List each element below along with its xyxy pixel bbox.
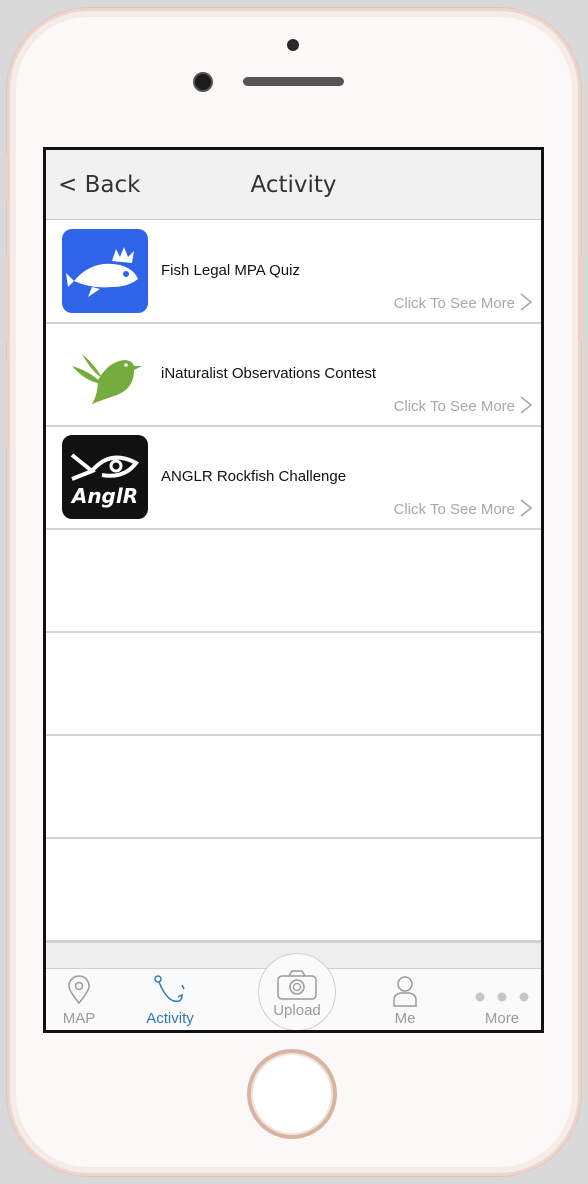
inaturalist-bird-icon bbox=[62, 332, 148, 416]
anglr-logo-icon: AnglR bbox=[62, 435, 148, 519]
svg-text:AnglR: AnglR bbox=[70, 484, 138, 508]
tab-activity[interactable]: Activity bbox=[134, 969, 206, 1030]
proximity-sensor bbox=[287, 39, 299, 51]
volume-down-button bbox=[5, 361, 10, 447]
tab-me[interactable]: Me bbox=[376, 969, 434, 1030]
tab-label: Me bbox=[394, 1010, 416, 1027]
tab-label: Activity bbox=[146, 1010, 194, 1027]
chevron-right-icon bbox=[520, 499, 533, 517]
ellipsis-icon bbox=[475, 992, 529, 1002]
fishbrain-icon bbox=[62, 229, 148, 313]
empty-row bbox=[46, 839, 541, 942]
chevron-right-icon bbox=[520, 396, 533, 414]
silent-switch bbox=[5, 155, 10, 201]
see-more-link[interactable]: Click To See More bbox=[394, 398, 515, 415]
chevron-right-icon bbox=[520, 293, 533, 311]
volume-up-button bbox=[5, 255, 10, 341]
see-more-link[interactable]: Click To See More bbox=[394, 295, 515, 312]
activity-list: Fish Legal MPA Quiz Click To See More iN… bbox=[46, 221, 541, 942]
see-more-link[interactable]: Click To See More bbox=[394, 501, 515, 518]
activity-title: iNaturalist Observations Contest bbox=[161, 365, 377, 382]
activity-title: Fish Legal MPA Quiz bbox=[161, 262, 300, 279]
earpiece-speaker bbox=[243, 77, 344, 86]
navigation-bar: < Back Activity bbox=[46, 150, 541, 220]
list-item[interactable]: AnglR ANGLR Rockfish Challenge Click To … bbox=[46, 427, 541, 530]
camera-icon bbox=[277, 970, 317, 1000]
user-icon bbox=[393, 976, 417, 1007]
front-camera bbox=[193, 72, 213, 92]
page-title: Activity bbox=[250, 172, 337, 198]
home-button[interactable] bbox=[247, 1049, 337, 1139]
tab-label: MAP bbox=[62, 1010, 96, 1027]
tab-map[interactable]: MAP bbox=[46, 969, 112, 1030]
screen: < Back Activity Fish Legal MPA Quiz Clic… bbox=[43, 147, 544, 1033]
empty-row bbox=[46, 633, 541, 736]
tab-label: More bbox=[484, 1010, 520, 1027]
empty-row bbox=[46, 530, 541, 633]
tab-more[interactable]: More bbox=[466, 969, 538, 1030]
activity-title: ANGLR Rockfish Challenge bbox=[161, 468, 347, 485]
fishing-hook-icon bbox=[154, 975, 185, 1003]
tab-label: Upload bbox=[273, 1002, 321, 1019]
upload-button[interactable]: Upload bbox=[258, 953, 336, 1030]
list-item[interactable]: Fish Legal MPA Quiz Click To See More bbox=[46, 221, 541, 324]
tab-bar: MAP Activity Upload Me More bbox=[46, 953, 541, 1030]
power-button bbox=[578, 255, 583, 341]
list-item[interactable]: iNaturalist Observations Contest Click T… bbox=[46, 324, 541, 427]
map-pin-icon bbox=[68, 975, 90, 1005]
empty-row bbox=[46, 736, 541, 839]
